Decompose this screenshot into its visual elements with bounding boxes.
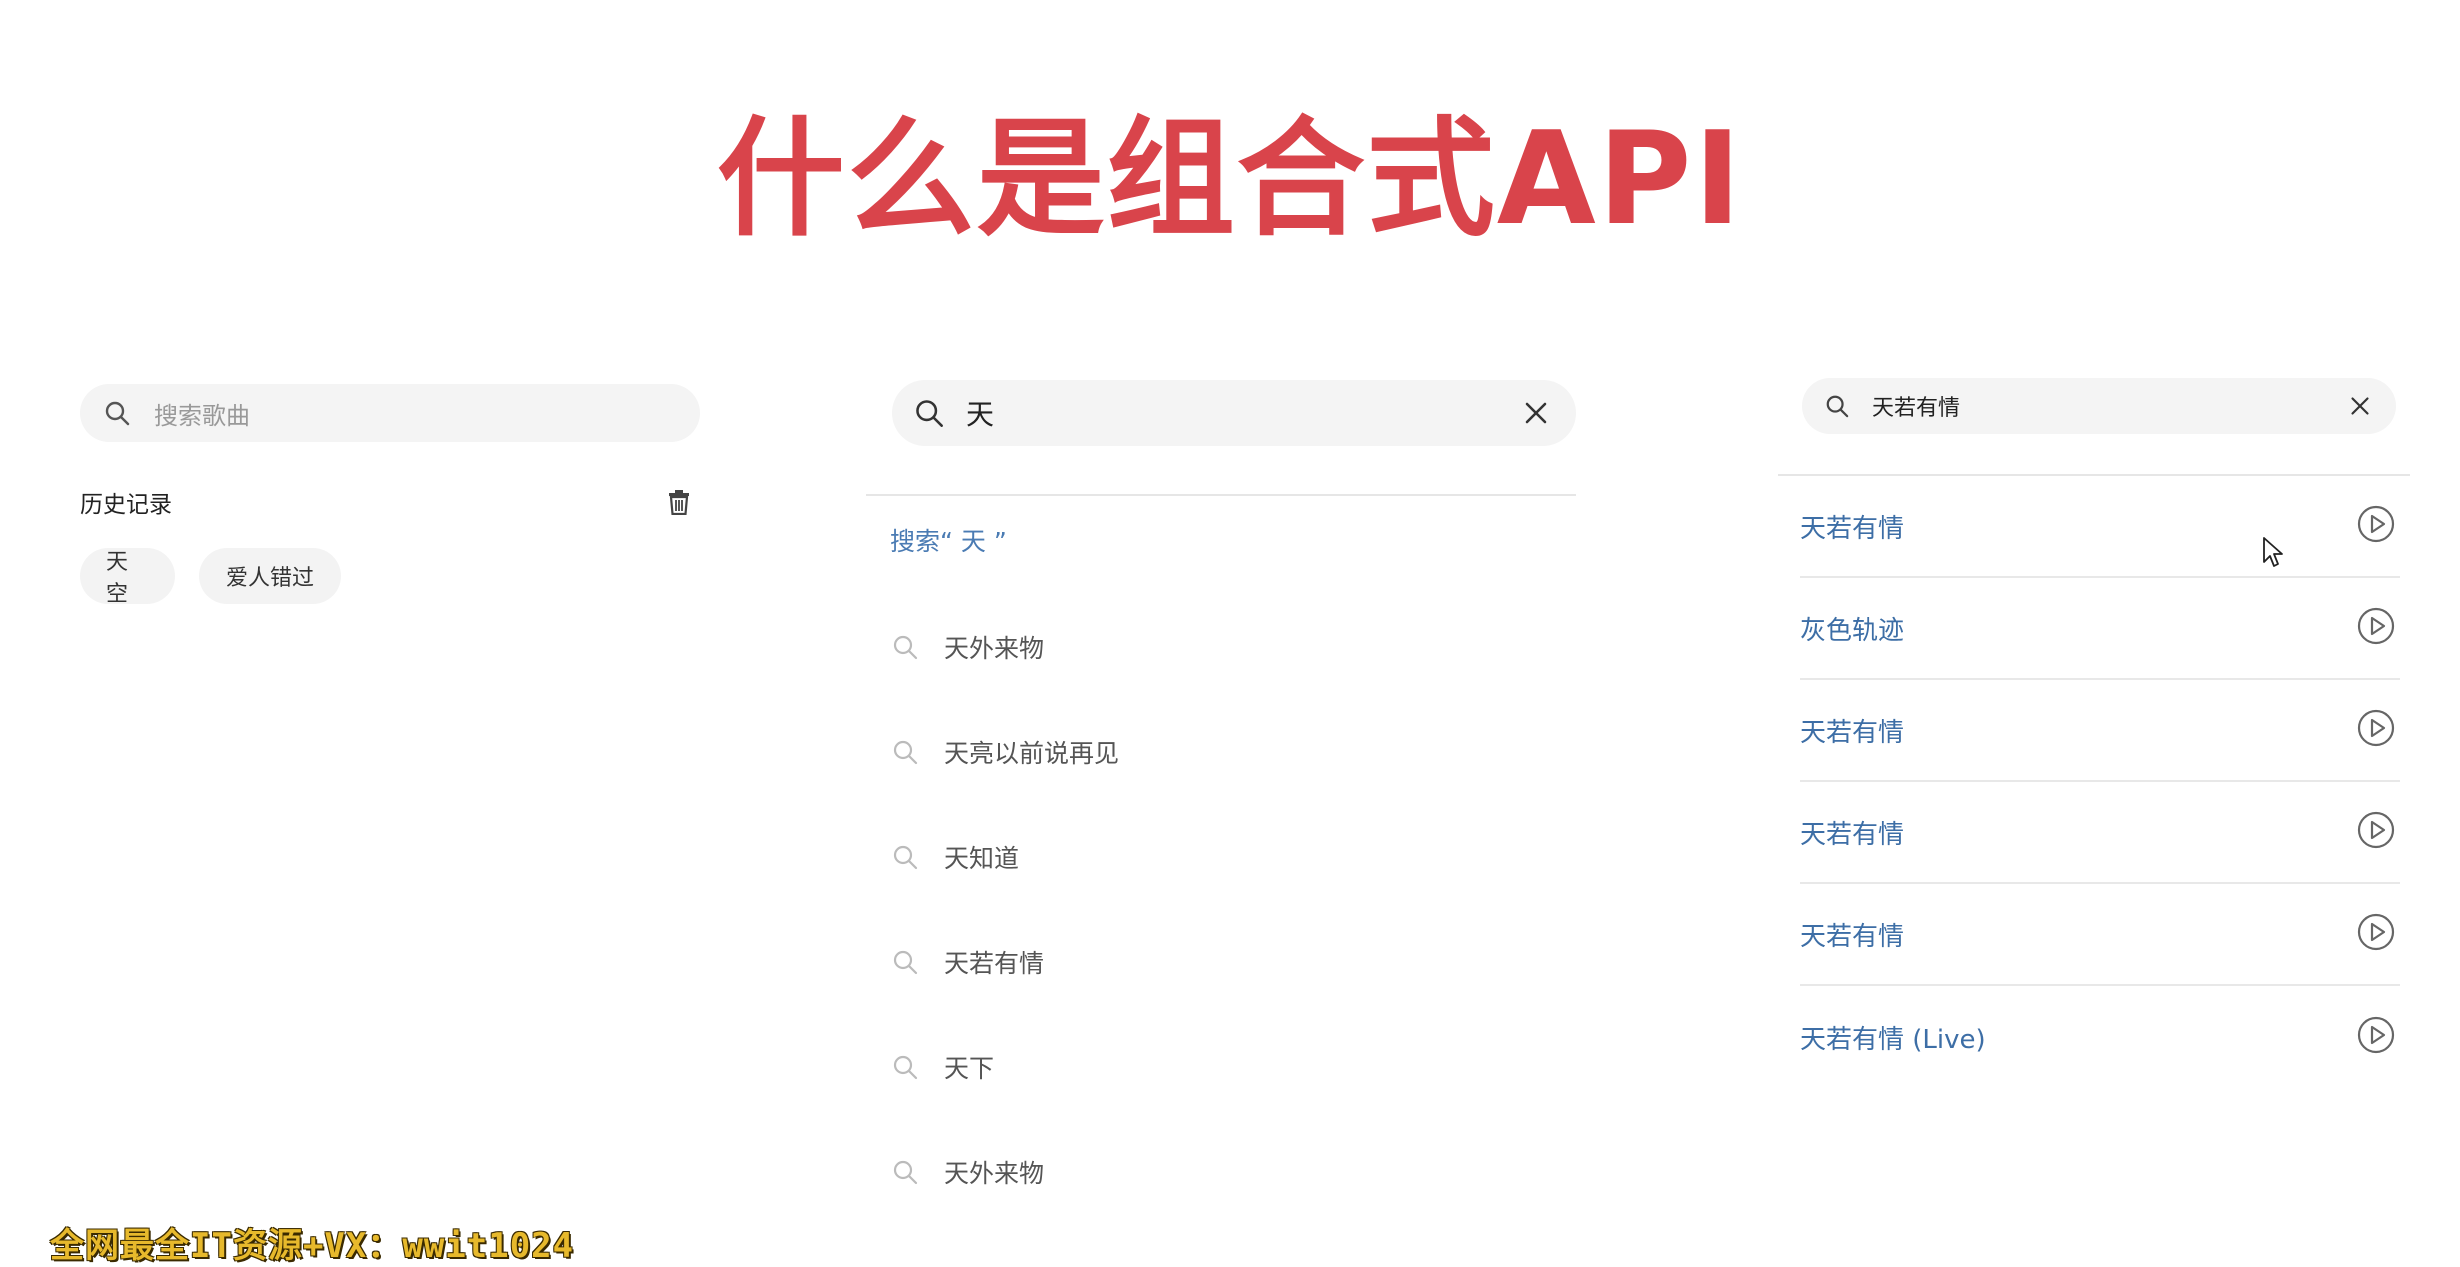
search-keyword-link[interactable]: 搜索“ 天 ”: [890, 522, 1007, 558]
suggestion-label: 天下: [944, 1054, 995, 1083]
result-row[interactable]: 天若有情: [1800, 782, 2400, 884]
result-row[interactable]: 天若有情: [1800, 680, 2400, 782]
watermark: 全网最全IT资源+VX：wwit1024: [50, 1226, 575, 1266]
search-input-panel1[interactable]: 搜索歌曲: [80, 384, 700, 442]
song-title: 灰色轨迹: [1800, 615, 1905, 646]
result-row[interactable]: 天若有情: [1800, 476, 2400, 578]
suggestion-item[interactable]: 天下: [890, 1042, 994, 1092]
suggestion-item[interactable]: 天若有情: [890, 937, 1044, 987]
search-value: 天: [966, 398, 995, 431]
suggestion-item[interactable]: 天亮以前说再见: [890, 727, 1119, 777]
suggestion-item[interactable]: 天知道: [890, 832, 1019, 882]
suggestion-label: 天亮以前说再见: [944, 739, 1120, 768]
search-icon: [890, 842, 920, 872]
divider: [866, 494, 1576, 496]
suggestion-label: 天若有情: [944, 949, 1045, 978]
search-icon: [890, 947, 920, 977]
close-icon[interactable]: [1518, 395, 1554, 431]
search-icon: [890, 632, 920, 662]
suggestion-item[interactable]: 天外来物: [890, 622, 1044, 672]
play-circle-icon[interactable]: [2356, 606, 2400, 650]
song-title: 天若有情 (Live): [1800, 1024, 1986, 1055]
play-circle-icon[interactable]: [2356, 810, 2400, 854]
history-title: 历史记录: [80, 492, 172, 518]
suggestion-label: 天外来物: [944, 1159, 1045, 1188]
history-tag[interactable]: 天空: [80, 548, 175, 607]
song-title: 天若有情: [1800, 513, 1905, 544]
result-row[interactable]: 灰色轨迹: [1800, 578, 2400, 680]
history-header: 历史记录: [80, 482, 700, 522]
page-title: 什么是组合式API: [716, 105, 1744, 254]
result-row[interactable]: 天若有情: [1800, 884, 2400, 986]
search-icon: [890, 737, 920, 767]
song-title: 天若有情: [1800, 819, 1905, 850]
suggestion-item[interactable]: 天外来物: [890, 1147, 1044, 1197]
song-title: 天若有情: [1800, 921, 1905, 952]
search-input-panel2[interactable]: 天: [892, 380, 1576, 446]
suggestion-label: 天外来物: [944, 634, 1045, 663]
search-input-panel3[interactable]: 天若有情: [1802, 378, 2396, 434]
play-circle-icon[interactable]: [2356, 504, 2400, 548]
search-icon: [1822, 391, 1852, 421]
mouse-cursor-icon: [2263, 537, 2283, 567]
history-tag[interactable]: 爱人错过: [199, 548, 341, 604]
search-placeholder: 搜索歌曲: [154, 401, 250, 430]
play-circle-icon[interactable]: [2356, 912, 2400, 956]
search-value: 天若有情: [1872, 396, 1961, 421]
search-icon: [890, 1157, 920, 1187]
search-icon: [102, 398, 132, 428]
result-row[interactable]: 天若有情 (Live): [1800, 986, 2400, 1088]
suggestion-label: 天知道: [944, 844, 1020, 873]
search-icon: [914, 398, 944, 428]
play-circle-icon[interactable]: [2356, 708, 2400, 752]
search-icon: [890, 1052, 920, 1082]
close-icon[interactable]: [2342, 388, 2378, 424]
trash-icon[interactable]: [666, 487, 692, 517]
play-circle-icon[interactable]: [2356, 1015, 2400, 1059]
song-title: 天若有情: [1800, 717, 1905, 748]
